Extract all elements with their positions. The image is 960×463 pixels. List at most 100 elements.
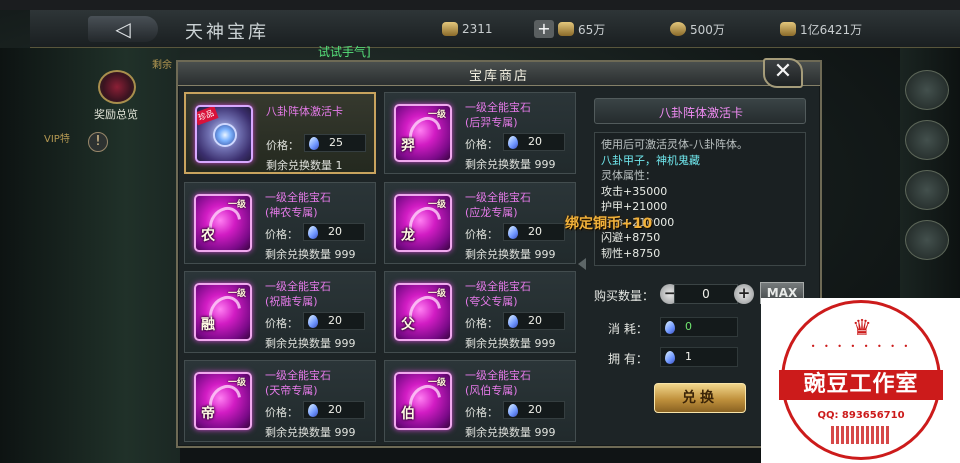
item-grid: 珍品 八卦阵体激活卡 价格： 25 剩余兑换数量 1 一级羿一级全能宝石 (后羿专属) 价格：…	[184, 92, 580, 444]
shop-item-card[interactable]: 一级羿一级全能宝石 (后羿专属) 价格： 20 剩余兑换数量 999	[384, 92, 576, 174]
watermark-qq: QQ: 893656710	[817, 410, 905, 421]
remaining-label: 剩余兑换数量	[266, 159, 332, 172]
remaining-value: 999	[534, 158, 556, 171]
side-menu-button-1[interactable]	[905, 70, 949, 110]
cost-value: 0	[685, 320, 692, 333]
remaining-count: 剩余兑换数量 1	[266, 157, 343, 173]
top-header: ◁ 天神宝库 2311 + 65万 500万 1亿6421万	[30, 10, 960, 48]
quantity-input[interactable]: 0	[674, 284, 738, 304]
activation-card-icon: 珍品	[195, 105, 253, 163]
studio-watermark: ♛ • • • • • • • • 豌豆工作室 QQ: 893656710	[761, 298, 960, 463]
detail-description[interactable]: 使用后可激活灵体-八卦阵体。 八卦甲子，神机鬼藏 灵体属性： 攻击+35000 护甲+2…	[594, 132, 806, 266]
gem-icon: 一级父	[394, 283, 452, 341]
remaining-value: 999	[334, 337, 356, 350]
lucky-bag-value: 65万	[578, 22, 606, 37]
close-button[interactable]: ✕	[763, 58, 803, 88]
gem-hero-glyph: 帝	[201, 406, 215, 422]
left-tag-vip: VIP特	[44, 134, 70, 145]
crystal-gem-icon	[665, 351, 675, 364]
remaining-count: 剩余兑换数量 999	[465, 246, 556, 262]
gem-icon: 一级龙	[394, 194, 452, 252]
price-value: 20	[528, 225, 542, 238]
price-value: 20	[528, 403, 542, 416]
notice-icon[interactable]: !	[88, 132, 108, 152]
owned-label: 拥 有：	[608, 352, 648, 366]
reward-overview-label: 奖励总览	[94, 108, 138, 121]
item-name-line: 一级全能宝石	[465, 191, 531, 204]
item-name: 一级全能宝石 (后羿专属)	[465, 100, 531, 130]
item-name-line: 八卦阵体激活卡	[266, 105, 343, 118]
price-value: 20	[328, 225, 342, 238]
recharge-plus-button[interactable]: +	[534, 20, 554, 38]
shop-item-card[interactable]: 一级帝一级全能宝石 (天帝专属) 价格： 20 剩余兑换数量 999	[184, 360, 376, 442]
price-label: 价格：	[265, 406, 298, 419]
treasury-shop-dialog: 宝库商店 ✕ 珍品 八卦阵体激活卡 价格： 25 剩余兑换数量 1 一级羿一级全能宝石 (后…	[176, 58, 822, 448]
price-box: 20	[303, 223, 365, 241]
description-line: 八卦甲子，神机鬼藏	[601, 153, 700, 167]
game-screen: 剩余 VIP特 奖励总览 ! ◁ 天神宝库 2311 + 65万 500万 1亿…	[0, 0, 960, 463]
price-value: 20	[328, 314, 342, 327]
side-menu-button-3[interactable]	[905, 170, 949, 210]
price-label: 价格：	[465, 228, 498, 241]
shop-item-card[interactable]: 一级伯一级全能宝石 (风伯专属) 价格： 20 剩余兑换数量 999	[384, 360, 576, 442]
coin-counter: 500万	[670, 20, 725, 38]
quantity-plus-button[interactable]: +	[734, 284, 754, 304]
item-name-line: 一级全能宝石	[265, 191, 331, 204]
item-name-line: (天帝专属)	[265, 384, 318, 397]
coin-bag-value: 1亿6421万	[800, 22, 863, 37]
item-name-line: (后羿专属)	[465, 116, 518, 129]
price-value: 20	[528, 314, 542, 327]
gem-icon: 一级帝	[194, 372, 252, 430]
rare-ribbon-badge: 珍品	[197, 107, 219, 126]
item-name-line: (神农专属)	[265, 206, 318, 219]
gem-icon: 一级伯	[394, 372, 452, 430]
left-tag-remaining: 剩余	[152, 60, 172, 71]
remaining-count: 剩余兑换数量 999	[265, 246, 356, 262]
item-name-line: 一级全能宝石	[465, 280, 531, 293]
description-line: 韧性+8750	[601, 246, 661, 260]
price-value: 20	[328, 403, 342, 416]
description-line: 攻击+35000	[601, 184, 668, 198]
page-title: 天神宝库	[185, 22, 269, 43]
crystal-gem-icon	[308, 404, 318, 417]
back-button[interactable]: ◁	[88, 16, 158, 42]
item-name: 一级全能宝石 (神农专属)	[265, 190, 331, 220]
coin-bag-counter: 1亿6421万	[780, 20, 862, 38]
gem-level-tag: 一级	[228, 200, 247, 210]
item-name-line: 一级全能宝石	[465, 101, 531, 114]
crystal-gem-icon	[309, 137, 319, 150]
side-menu-button-2[interactable]	[905, 120, 949, 160]
gem-hero-glyph: 农	[201, 228, 215, 244]
price-box: 20	[503, 133, 565, 151]
remaining-label: 剩余兑换数量	[465, 426, 531, 439]
cost-label: 消 耗：	[608, 322, 648, 336]
item-name-line: 一级全能宝石	[265, 369, 331, 382]
gem-level-tag: 一级	[228, 289, 247, 299]
exchange-button[interactable]: 兑换	[654, 383, 746, 413]
price-label: 价格：	[465, 138, 498, 151]
remaining-label: 剩余兑换数量	[265, 426, 331, 439]
price-box: 20	[503, 401, 565, 419]
watermark-dots: • • • • • • • •	[810, 342, 912, 351]
lucky-bag-counter: 65万	[558, 20, 605, 38]
shop-item-card[interactable]: 一级父一级全能宝石 (夸父专属) 价格： 20 剩余兑换数量 999	[384, 271, 576, 353]
remaining-count: 剩余兑换数量 999	[465, 424, 556, 440]
remaining-value: 999	[534, 248, 556, 261]
watermark-pattern	[831, 426, 891, 444]
detail-pointer-arrow	[578, 258, 586, 270]
remaining-count: 剩余兑换数量 999	[265, 424, 356, 440]
try-luck-link[interactable]: 试试手气]	[318, 43, 371, 60]
shop-item-card[interactable]: 一级龙一级全能宝石 (应龙专属) 价格： 20 剩余兑换数量 999	[384, 182, 576, 264]
gem-hero-glyph: 融	[201, 317, 215, 333]
side-menu-button-4[interactable]	[905, 220, 949, 260]
item-name: 八卦阵体激活卡	[266, 104, 343, 119]
dialog-title: 宝库商店	[468, 69, 529, 84]
item-name-line: (应龙专属)	[465, 206, 518, 219]
shop-item-card[interactable]: 珍品 八卦阵体激活卡 价格： 25 剩余兑换数量 1	[184, 92, 376, 174]
shop-item-card[interactable]: 一级农一级全能宝石 (神农专属) 价格： 20 剩余兑换数量 999	[184, 182, 376, 264]
detail-title-box: 八卦阵体激活卡	[594, 98, 806, 124]
reward-overview-icon[interactable]	[98, 70, 136, 104]
coin-icon	[670, 22, 686, 36]
shop-item-card[interactable]: 一级融一级全能宝石 (祝融专属) 价格： 20 剩余兑换数量 999	[184, 271, 376, 353]
crown-icon: ♛	[852, 316, 872, 341]
